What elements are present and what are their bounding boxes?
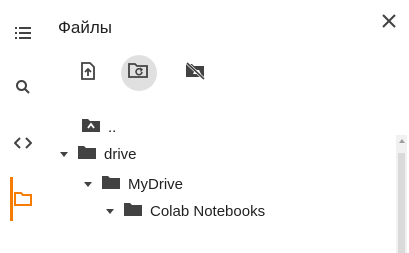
tree-item-colab-notebooks[interactable]: Colab Notebooks — [106, 199, 265, 223]
search-icon[interactable] — [6, 72, 40, 102]
tree-item-mydrive[interactable]: MyDrive — [84, 172, 183, 196]
mount-drive-button[interactable] — [178, 55, 214, 91]
parent-folder-icon — [82, 118, 100, 136]
upload-icon — [80, 61, 96, 85]
close-icon[interactable] — [378, 10, 400, 32]
tree-item-label: Colab Notebooks — [150, 202, 266, 220]
refresh-folder-icon — [128, 62, 150, 85]
scroll-up-icon[interactable] — [399, 139, 405, 143]
mount-drive-icon — [185, 61, 207, 85]
chevron-down-icon[interactable] — [106, 208, 114, 214]
toc-icon[interactable] — [6, 18, 40, 48]
code-snippets-icon[interactable] — [6, 128, 40, 158]
chevron-down-icon[interactable] — [60, 151, 68, 157]
folder-icon — [78, 145, 96, 163]
tree-item-drive[interactable]: drive — [60, 142, 137, 166]
upload-button[interactable] — [70, 55, 106, 91]
folder-icon — [102, 175, 120, 193]
chevron-down-icon[interactable] — [84, 181, 92, 187]
scrollbar-thumb[interactable] — [398, 153, 405, 253]
tree-item-parent[interactable]: .. — [82, 115, 116, 139]
files-icon[interactable] — [6, 184, 40, 214]
tree-item-label: .. — [108, 118, 117, 136]
left-rail — [0, 0, 46, 253]
tree-item-label: drive — [104, 145, 137, 163]
panel-title: Файлы — [58, 18, 113, 37]
folder-icon — [124, 202, 142, 220]
refresh-button[interactable] — [121, 55, 157, 91]
tree-item-label: MyDrive — [128, 175, 183, 193]
